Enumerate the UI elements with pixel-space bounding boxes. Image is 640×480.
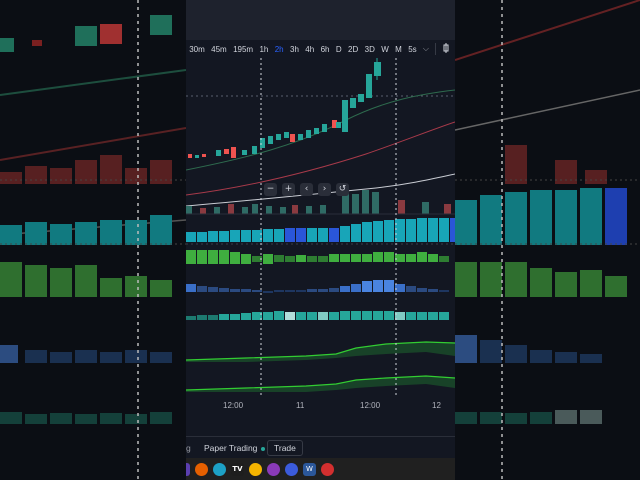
candle [336,122,341,128]
candle [224,149,229,154]
indicator-cyan-histogram [186,218,455,242]
edge-icon[interactable] [213,462,226,476]
candle [342,100,348,132]
word-icon[interactable]: W [303,462,316,476]
candle [195,155,199,158]
ma-green-line [186,89,455,171]
time-tick: 12 [432,401,441,410]
time-tick: 12:00 [223,401,244,410]
candle [242,150,247,155]
indicator-area-2 [186,376,455,392]
time-tick: 11 [296,401,305,410]
time-tick: 12:00 [360,401,381,410]
timeframe-45m[interactable]: 45m [208,45,230,54]
candle [314,128,319,134]
candle [366,74,372,98]
candle [216,150,221,156]
candle [252,146,257,154]
candle [350,98,356,108]
candle [322,124,327,132]
zoom-out-button[interactable]: − [264,183,277,196]
time-axis[interactable]: 12:00 11 12:00 12 [186,398,455,414]
reset-chart-button[interactable]: ↺ [336,183,349,196]
partial-tab[interactable]: g [186,443,191,453]
timeframe-4h[interactable]: 4h [302,45,317,54]
paper-trading-tab[interactable]: Paper Trading [204,443,266,453]
timeframe-d[interactable]: D [333,45,345,54]
timeframe-w[interactable]: W [378,45,392,54]
candle [284,132,289,138]
candle [306,130,311,138]
chevron-down-icon[interactable]: ⌵ [420,44,432,54]
timeframe-3d[interactable]: 3D [361,45,378,54]
timeframe-30m[interactable]: 30m [186,45,208,54]
timeframe-1h[interactable]: 1h [256,45,271,54]
indicator-blue-histogram [186,280,449,293]
candle [290,134,295,142]
pdf-icon[interactable] [321,462,334,476]
chart-canvas[interactable] [186,58,455,398]
timeframe-195m[interactable]: 195m [230,45,256,54]
left-blurred-panel [0,0,186,480]
header-bar [186,0,455,40]
candle [268,136,273,144]
chrome-icon[interactable] [249,462,262,476]
timeframe-toolbar: 30m 45m 195m 1h 2h 3h 4h 6h D 2D 3D W M … [186,40,455,58]
browser-icon[interactable] [285,462,298,476]
chart-panel[interactable]: 30m 45m 195m 1h 2h 3h 4h 6h D 2D 3D W M … [186,0,455,480]
candles-icon[interactable] [439,43,453,55]
os-taskbar: TV W [186,458,455,480]
bottom-panel-bar: g Paper Trading Trade [186,436,455,459]
app-icon[interactable] [186,462,190,476]
media-icon[interactable] [267,462,280,476]
timeframe-6h[interactable]: 6h [317,45,332,54]
trade-button[interactable]: Trade [267,440,303,456]
candle [188,154,192,158]
candle [298,134,303,140]
candlestick-series [188,58,381,158]
scroll-left-button[interactable]: ‹ [300,183,313,196]
indicator-green-histogram [186,250,449,264]
connected-status-dot [261,446,266,451]
timeframe-2d[interactable]: 2D [345,45,362,54]
tradingview-icon[interactable]: TV [231,462,244,476]
candle [358,94,364,102]
candle [276,134,281,140]
zoom-in-button[interactable]: + [282,183,295,196]
candle [202,154,206,157]
right-blurred-panel [455,0,640,480]
paper-trading-label: Paper Trading [204,443,258,453]
scroll-right-button[interactable]: › [318,183,331,196]
candle [231,147,236,158]
toolbar-divider [434,43,436,55]
firefox-icon[interactable] [195,462,208,476]
timeframe-5s[interactable]: 5s [405,45,420,54]
timeframe-2h[interactable]: 2h [272,45,287,54]
indicator-teal-histogram [186,311,449,320]
timeframe-3h[interactable]: 3h [287,45,302,54]
chart-navigation: − + ‹ › ↺ [264,183,349,196]
timeframe-m[interactable]: M [392,45,405,54]
